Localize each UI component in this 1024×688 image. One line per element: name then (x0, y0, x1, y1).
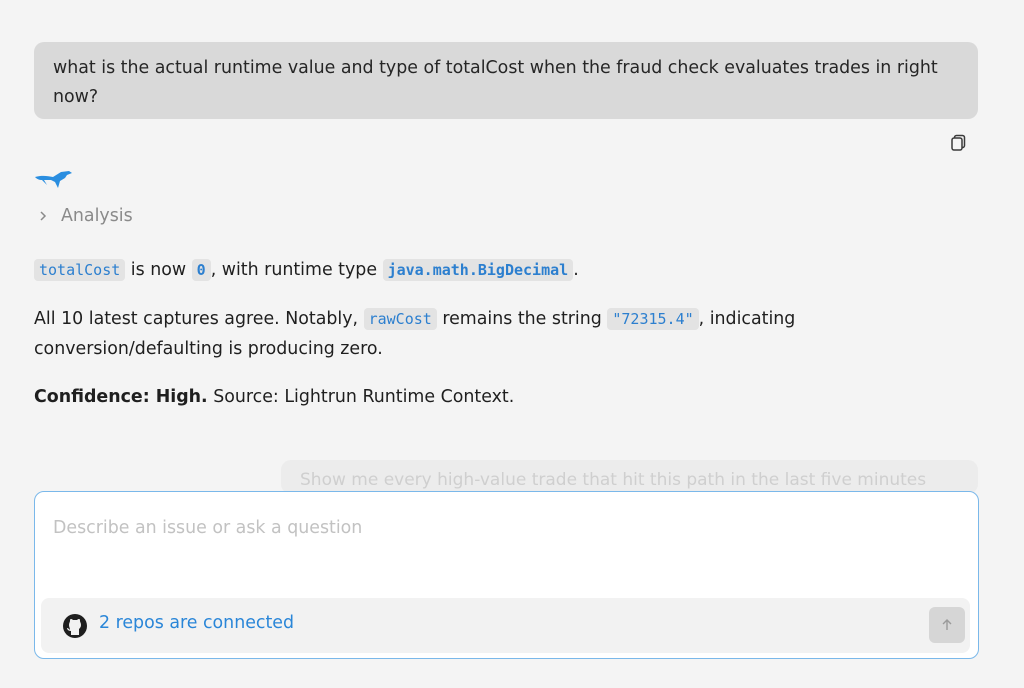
inline-code-type: java.math.BigDecimal (382, 259, 574, 281)
answer-paragraph-2: All 10 latest captures agree. Notably, r… (34, 304, 934, 364)
github-icon (62, 613, 88, 639)
inline-code-string: "72315.4" (607, 308, 699, 330)
message-input[interactable] (53, 518, 953, 558)
answer-text: remains the string (436, 309, 608, 329)
answer-text: , with runtime type (210, 260, 383, 280)
answer-text: . (573, 260, 579, 280)
answer-paragraph-3: Confidence: High. Source: Lightrun Runti… (34, 382, 934, 412)
inline-code-totalcost: totalCost (34, 259, 126, 281)
repos-connected-link[interactable]: 2 repos are connected (99, 613, 294, 633)
confidence-label: Confidence: High. (34, 387, 208, 407)
copy-icon[interactable] (949, 133, 969, 153)
answer-paragraph-1: totalCost is now 0, with runtime type ja… (34, 255, 934, 285)
chevron-right-icon (40, 211, 47, 221)
send-button[interactable] (929, 607, 965, 643)
suggested-prompt-text: Show me every high-value trade that hit … (300, 470, 927, 490)
analysis-label: Analysis (61, 206, 133, 226)
suggested-prompt[interactable]: Show me every high-value trade that hit … (281, 460, 978, 494)
arrow-up-icon (942, 619, 952, 630)
user-message-bubble: what is the actual runtime value and typ… (34, 42, 978, 119)
analysis-toggle[interactable]: Analysis (37, 203, 133, 229)
inline-code-value: 0 (191, 259, 211, 281)
answer-text: All 10 latest captures agree. Notably, (34, 309, 364, 329)
message-composer: 2 repos are connected (34, 491, 979, 659)
repo-bar: 2 repos are connected (41, 598, 970, 653)
lightrun-logo-icon (34, 168, 74, 190)
chat-page: what is the actual runtime value and typ… (0, 0, 1024, 688)
answer-text: is now (125, 260, 192, 280)
source-text: Source: Lightrun Runtime Context. (207, 387, 515, 407)
user-message-text: what is the actual runtime value and typ… (53, 58, 938, 107)
inline-code-rawcost: rawCost (363, 308, 437, 330)
